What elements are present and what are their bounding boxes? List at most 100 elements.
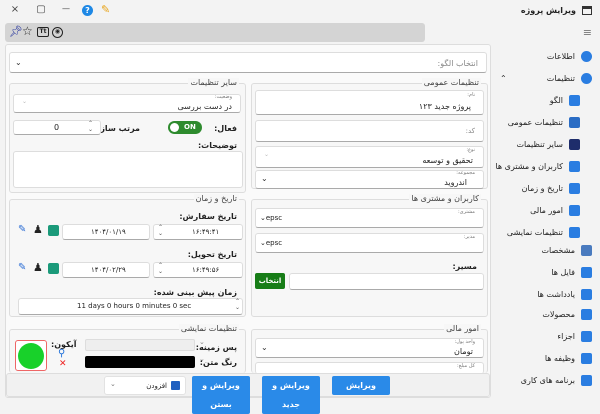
active-label: فعال: [214, 124, 237, 133]
name-field[interactable]: نام: پروژه جدید ۱۲۳ [255, 90, 484, 115]
group-title: امور مالی [444, 324, 481, 333]
edit-and-new-button[interactable]: ویرایش و جدید [262, 376, 320, 414]
text-format-icon[interactable]: Tt [37, 27, 49, 37]
order-time-stepper[interactable]: ۱۶:۴۹:۴۱ ⌃ ⌄ [153, 224, 243, 240]
type-select[interactable]: نوع: تحقیق و توسعه ⌄ [255, 146, 484, 168]
calendar-icon[interactable] [48, 263, 59, 274]
sidebar-item[interactable]: کاربران و مشتری ها [493, 156, 600, 176]
group-select[interactable]: مجموعه: اندروید ⌄ [255, 170, 484, 189]
delete-icon[interactable]: ✕ [59, 359, 67, 369]
chevron-down-icon: ⌄ [264, 151, 270, 158]
sidebar-item[interactable]: تاریخ و زمان [493, 178, 600, 198]
main-panel: ⌄ انتخاب الگو: تنظیمات عمومی نام: پروژه … [5, 44, 491, 414]
text-color-select[interactable] [85, 356, 195, 368]
status-value: در دست بررسی [177, 102, 232, 111]
manager-label: مدیر: [463, 234, 475, 240]
sidebar-item[interactable]: الگو [493, 90, 600, 110]
customer-select[interactable]: مشتری: ⌄epsc [255, 208, 484, 228]
currency-select[interactable]: واحد پول: تومان ⌄ [255, 338, 484, 358]
sidebar-item[interactable]: مشخصات [493, 240, 600, 260]
toggle-knob [170, 123, 179, 132]
sidebar-item[interactable]: تنظیمات نمایشی [493, 222, 600, 242]
checklist-icon [581, 352, 592, 364]
sidebar-item[interactable]: ⌃ تنظیمات [493, 68, 600, 88]
chevron-down-icon: ⌄ [110, 380, 116, 388]
delivery-date-field[interactable]: ۱۴۰۴/۰۲/۲۹ [62, 262, 150, 278]
sidebar-item[interactable]: فایل ها [493, 262, 600, 282]
eye-icon[interactable]: ◉ [52, 27, 63, 38]
location-pin-icon[interactable]: ♟ [33, 261, 43, 274]
total-amount-label: کل مبلغ: [457, 363, 475, 369]
help-icon[interactable]: ? [82, 5, 93, 16]
stepper-arrows-icon[interactable]: ⌃ ⌄ [158, 225, 163, 237]
sidebar-item[interactable]: تنظیمات عمومی [493, 112, 600, 132]
add-dropdown[interactable]: ⌄ افزودن [104, 376, 186, 395]
duration-stepper[interactable]: 11 days 0 hours 0 minutes 0 sec ⌃ ⌄ [18, 298, 243, 315]
sidebar-item[interactable]: اطلاعات [493, 46, 600, 66]
icon-preview[interactable] [15, 340, 47, 371]
status-select[interactable]: وضعیت: در دست بررسی ⌄ [13, 94, 241, 113]
title-bar: × ▢ — ? ✎ ویرایش پروژه [0, 0, 600, 22]
clear-brush-icon[interactable]: ✎ [18, 224, 26, 235]
spec-icon [581, 244, 592, 256]
delivery-time-stepper[interactable]: ۱۶:۴۹:۵۶ ⌃ ⌄ [153, 262, 243, 278]
sort-stepper[interactable]: 0 ⌃ ⌄ [13, 120, 101, 135]
background-label: پس زمینه: [195, 343, 237, 352]
sidebar-item-label: اطلاعات [546, 51, 575, 61]
name-value: پروژه جدید ۱۲۳ [418, 102, 471, 111]
minimize-button[interactable]: — [59, 4, 73, 13]
window-icon [582, 6, 592, 15]
select-path-button[interactable]: انتخاب [255, 273, 285, 289]
monitor-icon [569, 226, 580, 238]
stepper-arrows-icon[interactable]: ⌃ ⌄ [158, 263, 163, 275]
calendar-icon[interactable] [48, 225, 59, 236]
sidebar-item-label: مشخصات [541, 245, 576, 255]
sidebar-item[interactable]: برنامه های کاری [493, 370, 600, 390]
delivery-time-value: ۱۶:۴۹:۵۶ [192, 266, 220, 274]
stepper-arrows-icon[interactable]: ⌃ ⌄ [235, 299, 240, 311]
sidebar-item[interactable]: محصولات [493, 304, 600, 324]
group-title: سایر تنظیمات [188, 78, 239, 87]
sidebar-item[interactable]: سایر تنظیمات [493, 134, 600, 154]
type-label: نوع: [466, 147, 475, 153]
sidebar-item-label: وظیفه ها [544, 353, 575, 363]
clear-brush-icon[interactable]: ✎ [18, 262, 26, 273]
description-label: توضیحات: [197, 141, 237, 150]
location-pin-icon[interactable]: ♟ [33, 223, 43, 236]
maximize-button[interactable]: ▢ [34, 4, 48, 15]
description-textarea[interactable] [13, 151, 243, 188]
pattern-select[interactable]: ⌄ انتخاب الگو: [9, 52, 487, 73]
window-title: ویرایش پروژه [520, 6, 576, 15]
stepper-arrows-icon[interactable]: ⌃ ⌄ [88, 121, 93, 133]
sidebar-item[interactable]: وظیفه ها [493, 348, 600, 368]
pin-icon[interactable]: 📌︎ [9, 25, 23, 38]
star-icon[interactable]: ☆ [22, 24, 33, 38]
date-time-group: تاریخ و زمان تاریخ سفارش: ۱۶:۴۹:۴۱ ⌃ ⌄ ۱۴… [9, 194, 246, 317]
sidebar-item-label: تنظیمات نمایشی [506, 227, 563, 237]
chevron-down-icon: ⌄ [22, 98, 28, 105]
sidebar-item-label: برنامه های کاری [520, 375, 575, 385]
edit-and-close-button[interactable]: ویرایش و بستن [192, 376, 250, 414]
sidebar-item[interactable]: امور مالی [493, 200, 600, 220]
sidebar-item-label: محصولات [542, 309, 575, 319]
manager-select[interactable]: مدیر: ⌄epsc [255, 233, 484, 253]
sliders-icon [569, 116, 580, 128]
hamburger-menu-icon[interactable]: ≡ [583, 26, 592, 39]
close-button[interactable]: × [8, 4, 22, 15]
text-color-label: رنگ متن: [199, 358, 237, 367]
sidebar-item-label: تنظیمات [546, 73, 575, 83]
background-color-select[interactable] [85, 339, 195, 351]
chevron-up-icon[interactable]: ⌃ [500, 74, 507, 83]
customer-label: مشتری: [457, 209, 475, 215]
chevron-down-icon: ⌄ [15, 58, 22, 67]
search-icon[interactable]: ⚲ [58, 348, 65, 359]
path-input[interactable] [289, 273, 484, 290]
sidebar-item[interactable]: یادداشت ها [493, 284, 600, 304]
edit-button[interactable]: ویرایش [332, 376, 390, 395]
code-field[interactable]: کد: [255, 120, 484, 142]
sidebar-item-label: الگو [549, 95, 563, 105]
sidebar-item[interactable]: اجزاء [493, 326, 600, 346]
active-toggle[interactable]: ON [168, 121, 202, 134]
order-date-field[interactable]: ۱۴۰۴/۰۱/۱۹ [62, 224, 150, 240]
brush-icon[interactable]: ✎ [101, 3, 110, 16]
